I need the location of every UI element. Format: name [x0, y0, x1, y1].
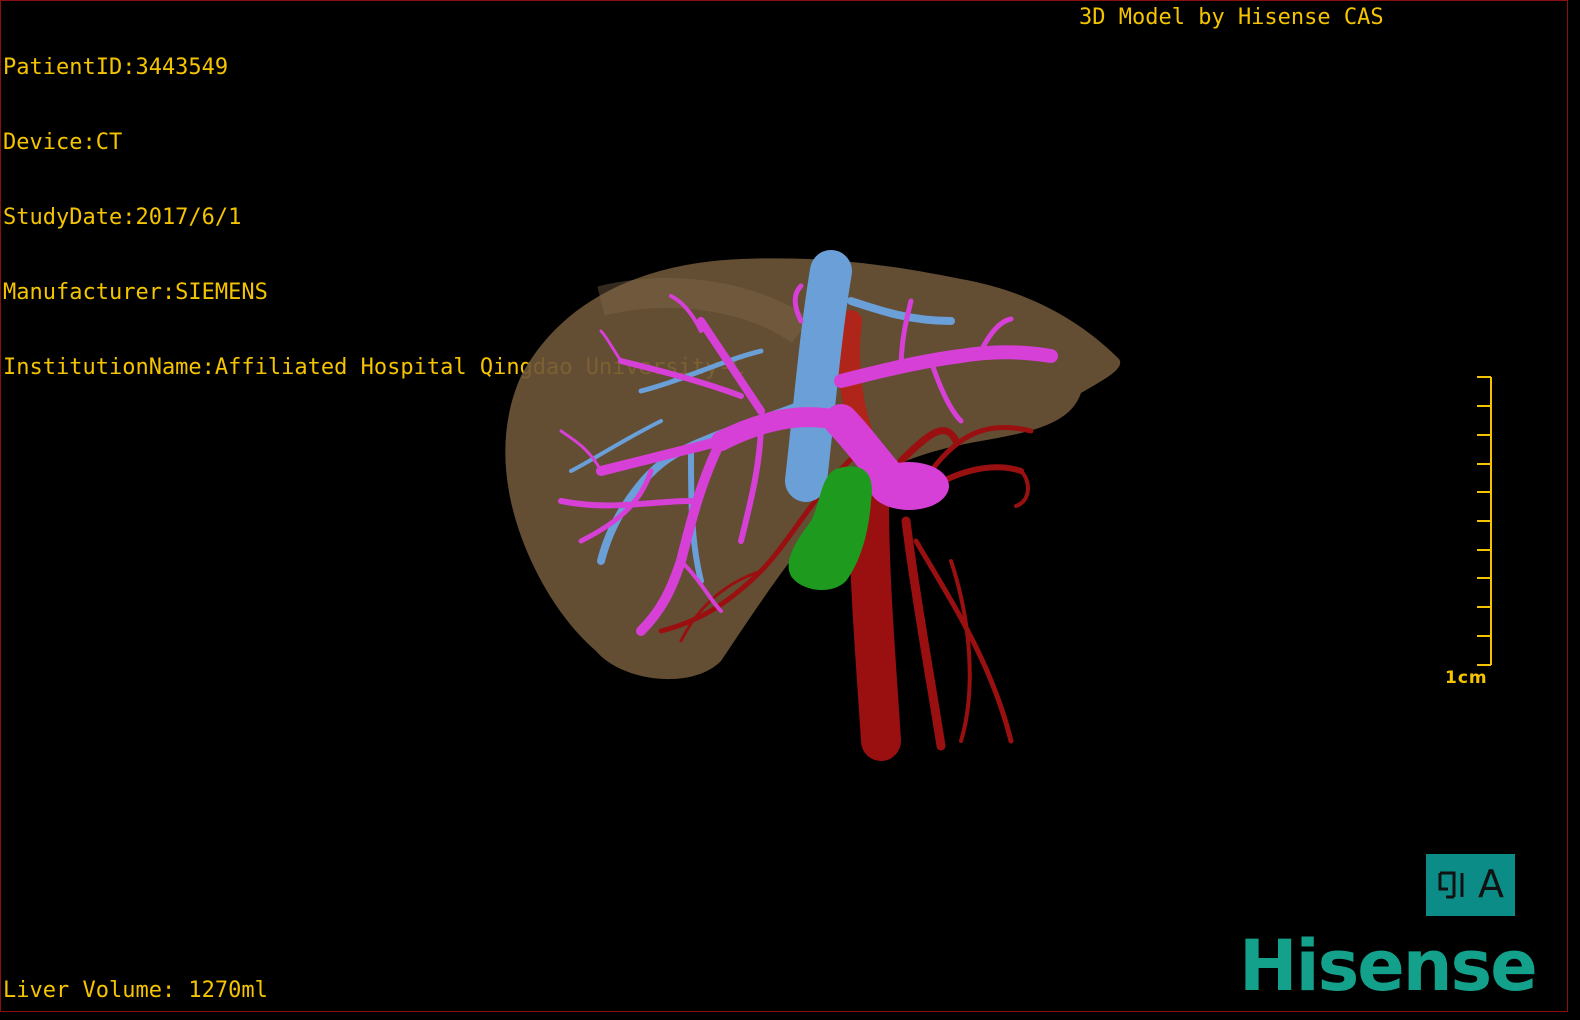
liver-volume-label: Liver Volume: 1270ml — [3, 978, 268, 1003]
scale-bar — [1477, 376, 1492, 666]
scale-label: 1cm — [1445, 668, 1488, 688]
orientation-icon — [1438, 871, 1464, 899]
liver-3d-model[interactable] — [1, 1, 1567, 1011]
view-letter: A — [1478, 862, 1504, 906]
orientation-view-button[interactable]: A — [1426, 854, 1515, 916]
3d-viewport[interactable]: PatientID:3443549 Device:CT StudyDate:20… — [0, 0, 1568, 1012]
hisense-logo: Hisense — [1239, 925, 1538, 1007]
